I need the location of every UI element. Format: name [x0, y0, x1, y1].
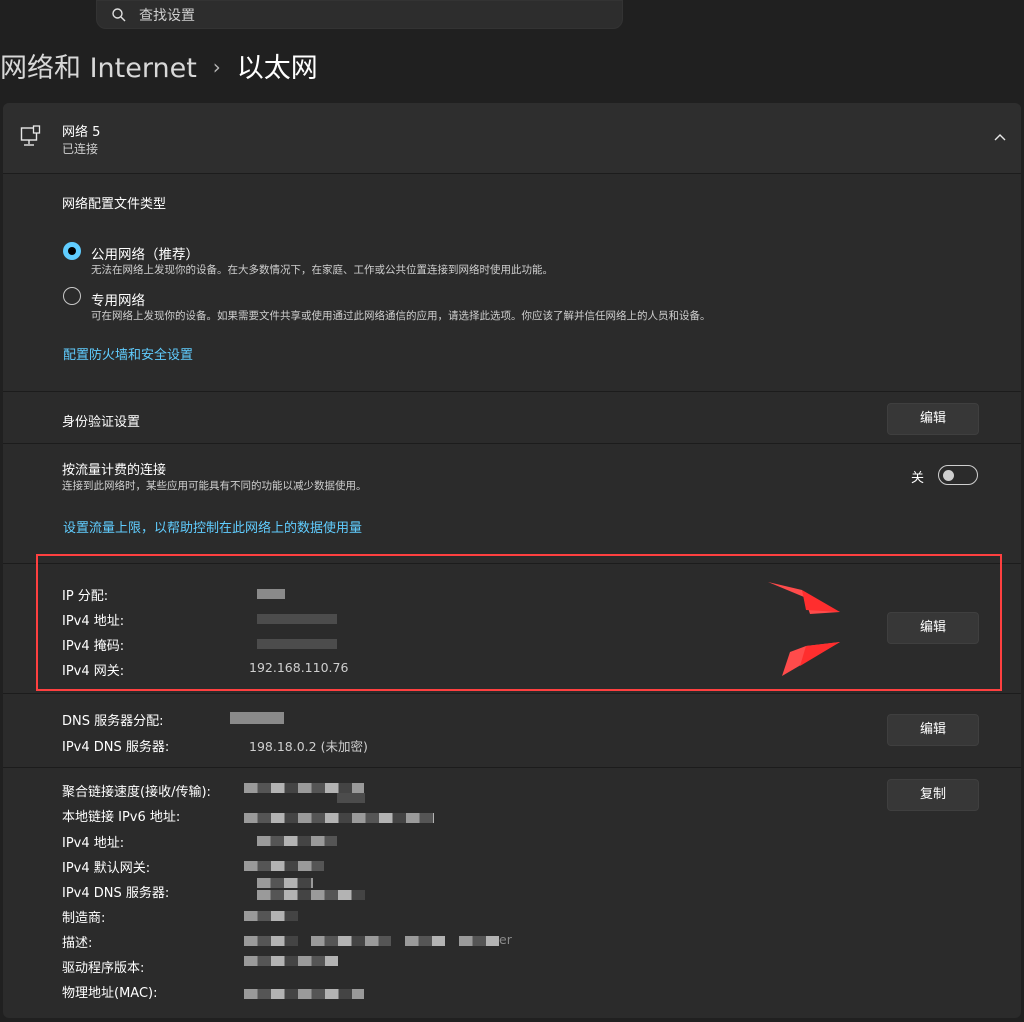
metered-toggle-state: 关: [911, 471, 925, 486]
redacted-value: [244, 989, 364, 999]
dns-edit-button[interactable]: 编辑: [887, 714, 979, 746]
redacted-value: [244, 783, 364, 793]
description-label: 描述:: [62, 936, 93, 951]
redacted-value: [311, 936, 391, 946]
firewall-settings-link[interactable]: 配置防火墙和安全设置: [63, 344, 193, 363]
mac-address-label: 物理地址(MAC):: [62, 986, 158, 1001]
search-input[interactable]: [137, 4, 601, 28]
divider: [3, 693, 1021, 694]
auth-settings-label: 身份验证设置: [62, 415, 141, 430]
breadcrumb-network-internet[interactable]: 网络和 Internet: [0, 53, 197, 84]
redacted-value: [257, 836, 337, 846]
redacted-value: [337, 793, 365, 803]
dns-server-value: 198.18.0.2 (未加密): [249, 739, 368, 754]
redacted-value: [244, 936, 298, 946]
private-network-description: 可在网络上发现你的设备。如果需要文件共享或使用通过此网络通信的应用，请选择此选项…: [91, 310, 711, 322]
network-name: 网络 5: [62, 125, 101, 140]
metered-connection-description: 连接到此网络时，某些应用可能具有不同的功能以减少数据使用。: [62, 480, 367, 492]
profile-type-title: 网络配置文件类型: [62, 197, 167, 212]
vendor-label: 制造商:: [62, 911, 106, 926]
network-header[interactable]: 网络 5 已连接: [3, 103, 1021, 173]
divider: [3, 443, 1021, 444]
ipv6-address-label: 本地链接 IPv6 地址:: [62, 810, 181, 825]
divider: [3, 391, 1021, 392]
search-box[interactable]: [96, 0, 623, 29]
dns-server-prop-label: IPv4 DNS 服务器:: [62, 886, 170, 901]
divider: [3, 767, 1021, 768]
private-network-radio[interactable]: [63, 287, 81, 305]
redacted-value: [257, 878, 313, 888]
dns-server-label: IPv4 DNS 服务器:: [62, 740, 170, 755]
default-gateway-label: IPv4 默认网关:: [62, 861, 151, 876]
ipv4-address-prop-label: IPv4 地址:: [62, 836, 125, 851]
metered-connection-label: 按流量计费的连接: [62, 463, 167, 478]
redacted-value: [244, 956, 338, 966]
dns-assignment-label: DNS 服务器分配:: [62, 714, 164, 729]
network-status: 已连接: [62, 142, 99, 156]
copy-button[interactable]: 复制: [887, 779, 979, 811]
private-network-label[interactable]: 专用网络: [91, 289, 145, 309]
redacted-value: [244, 911, 298, 921]
driver-version-label: 驱动程序版本:: [62, 961, 145, 976]
auth-edit-button[interactable]: 编辑: [887, 403, 979, 435]
divider: [3, 173, 1021, 174]
metered-toggle[interactable]: [938, 465, 978, 485]
redacted-value: [244, 813, 434, 823]
public-network-label[interactable]: 公用网络（推荐）: [91, 243, 199, 263]
public-network-description: 无法在网络上发现你的设备。在大多数情况下，在家庭、工作或公共位置连接到网络时使用…: [91, 264, 553, 276]
ethernet-icon: [20, 125, 41, 146]
link-speed-label: 聚合链接速度(接收/传输):: [62, 785, 211, 800]
arrow-icon: [768, 582, 840, 614]
breadcrumb-separator: ›: [212, 55, 221, 79]
arrow-icon: [782, 642, 840, 676]
search-icon: [112, 8, 126, 22]
description-suffix: er: [499, 932, 512, 947]
highlight-box: [36, 554, 1002, 691]
data-limit-link[interactable]: 设置流量上限，以帮助控制在此网络上的数据使用量: [63, 517, 362, 536]
redacted-value: [244, 861, 324, 871]
page-title: 以太网: [236, 53, 318, 84]
redacted-value: [405, 936, 445, 946]
breadcrumb: 网络和 Internet › 以太网: [0, 46, 318, 85]
redacted-value: [459, 936, 499, 946]
redacted-value: [230, 712, 284, 724]
public-network-radio[interactable]: [63, 242, 81, 260]
redacted-value: [257, 890, 365, 900]
chevron-up-icon[interactable]: [993, 132, 1007, 142]
